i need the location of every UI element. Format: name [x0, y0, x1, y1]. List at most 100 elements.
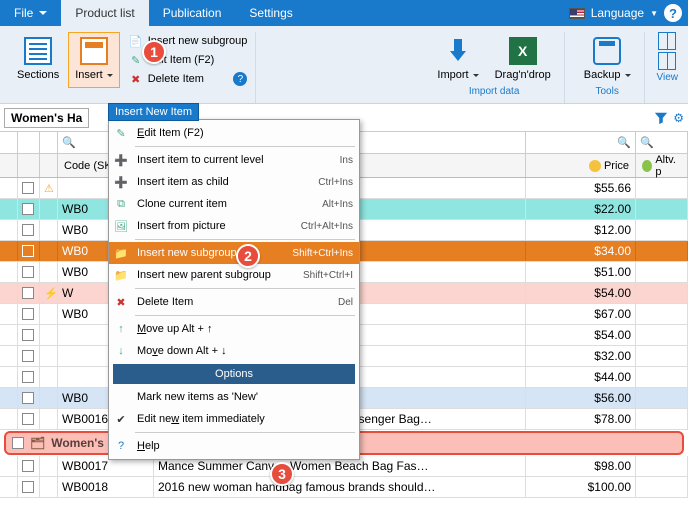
delete-icon: ✖ [113, 294, 129, 310]
ctx-delete[interactable]: ✖Delete ItemDel [109, 291, 359, 313]
ctx-new-subgroup[interactable]: 📁Insert new subgroupShift+Ctrl+Ins [109, 242, 359, 264]
group-import-label: Import data [430, 86, 557, 97]
cell-price: $78.00 [526, 409, 636, 429]
row-checkbox[interactable] [22, 371, 34, 383]
cell-price: $51.00 [526, 262, 636, 282]
ctx-options-header: Options [113, 364, 355, 384]
ctx-insert-child[interactable]: ➕Insert item as childCtrl+Ins [109, 171, 359, 193]
search-icon: 🔍 [617, 136, 631, 149]
ctx-clone[interactable]: ⧉Clone current itemAlt+Ins [109, 193, 359, 215]
insert-context-menu: ✎Edit Item (F2) ➕Insert item to current … [108, 119, 360, 460]
callout-3: 3 [270, 462, 294, 486]
clone-icon: ⧉ [113, 196, 129, 212]
search-icon: 🔍 [640, 136, 654, 149]
filter-icon[interactable] [653, 111, 669, 125]
cell-price: $67.00 [526, 304, 636, 324]
flash-icon: ⚡ [44, 287, 58, 300]
row-checkbox[interactable] [22, 266, 34, 278]
cell-price: $32.00 [526, 346, 636, 366]
insert-button[interactable]: Insert [68, 32, 120, 88]
ctx-move-up[interactable]: ↑Move up Alt + ↑ [109, 318, 359, 340]
help-icon: ? [113, 438, 129, 454]
import-button[interactable]: Import [430, 32, 485, 84]
dragndrop-button[interactable]: X Drag'n'drop [488, 32, 558, 84]
cell-price: $34.00 [526, 241, 636, 261]
subgroup-icon: 📁 [113, 245, 129, 261]
delete-item-side[interactable]: ✖Delete Item? [126, 70, 250, 88]
menu-settings[interactable]: Settings [235, 0, 306, 26]
search-altv[interactable]: 🔍 [636, 132, 688, 153]
help-icon[interactable]: ? [664, 4, 682, 22]
ctx-mark-new[interactable]: Mark new items as 'New' [109, 386, 359, 408]
warning-icon: ⚠ [44, 182, 54, 195]
row-checkbox[interactable] [22, 413, 34, 425]
ctx-insert-current[interactable]: ➕Insert item to current levelIns [109, 149, 359, 171]
row-checkbox[interactable] [22, 308, 34, 320]
search-icon: 🔍 [62, 136, 76, 149]
plus-folder-icon: 📄 [128, 33, 144, 49]
menu-product-list[interactable]: Product list [61, 0, 148, 26]
row-checkbox[interactable] [22, 350, 34, 362]
flag-icon [569, 8, 585, 19]
row-checkbox[interactable] [22, 182, 34, 194]
cell-price: $98.00 [526, 456, 636, 476]
cell-price: $100.00 [526, 477, 636, 497]
filter-settings-icon[interactable]: ⚙ [673, 111, 684, 125]
check-icon: ✔ [113, 411, 129, 427]
backup-button[interactable]: Backup [577, 32, 638, 84]
callout-1: 1 [142, 40, 166, 64]
ctx-new-parent[interactable]: 📁Insert new parent subgroupShift+Ctrl+I [109, 264, 359, 286]
col-price[interactable]: Price [526, 154, 636, 177]
view-icon-2[interactable] [658, 52, 676, 70]
row-checkbox[interactable] [22, 481, 34, 493]
cell-price: $12.00 [526, 220, 636, 240]
ctx-edit-immediately[interactable]: ✔Edit new item immediately [109, 408, 359, 430]
cell-price: $56.00 [526, 388, 636, 408]
row-checkbox[interactable] [22, 460, 34, 472]
breadcrumb[interactable]: Women's Ha [4, 108, 89, 128]
menu-publication[interactable]: Publication [149, 0, 236, 26]
language-label[interactable]: Language [591, 6, 644, 20]
row-checkbox[interactable] [22, 287, 34, 299]
cell-price: $54.00 [526, 283, 636, 303]
ctx-from-picture[interactable]: 🖼Insert from pictureCtrl+Alt+Ins [109, 215, 359, 237]
sections-icon [24, 37, 52, 65]
cell-price: $55.66 [526, 178, 636, 198]
help-small-icon[interactable]: ? [233, 72, 247, 86]
coin-gold-icon [589, 160, 601, 172]
cell-name: 2016 new woman handbag famous brands sho… [154, 477, 526, 497]
insert-tooltip: Insert New Item [108, 103, 199, 121]
import-icon [444, 37, 472, 65]
col-altv[interactable]: Altv. p [636, 154, 688, 177]
ctx-move-down[interactable]: ↓Move down Alt + ↓ [109, 340, 359, 362]
insert-icon: ➕ [113, 152, 129, 168]
excel-icon: X [509, 37, 537, 65]
cell-price: $22.00 [526, 199, 636, 219]
row-checkbox[interactable] [22, 329, 34, 341]
ctx-edit-item[interactable]: ✎Edit Item (F2) [109, 122, 359, 144]
row-checkbox[interactable] [22, 245, 34, 257]
sections-button[interactable]: Sections [10, 32, 66, 88]
coin-green-icon [642, 160, 652, 172]
insert-child-icon: ➕ [113, 174, 129, 190]
cell-price: $44.00 [526, 367, 636, 387]
menu-file[interactable]: File [0, 0, 61, 26]
group-checkbox[interactable] [12, 437, 24, 449]
group-view-label: View [657, 72, 679, 83]
row-checkbox[interactable] [22, 224, 34, 236]
callout-2: 2 [236, 244, 260, 268]
delete-icon: ✖ [128, 71, 144, 87]
search-price[interactable]: 🔍 [526, 132, 636, 153]
cell-price: $54.00 [526, 325, 636, 345]
folder-icon: 🗂 [30, 436, 45, 450]
parent-subgroup-icon: 📁 [113, 267, 129, 283]
move-down-icon: ↓ [113, 343, 129, 359]
backup-icon [593, 37, 621, 65]
edit-icon: ✎ [113, 125, 129, 141]
table-row[interactable]: WB00182016 new woman handbag famous bran… [0, 477, 688, 498]
ctx-help[interactable]: ?Help [109, 435, 359, 457]
row-checkbox[interactable] [22, 203, 34, 215]
move-up-icon: ↑ [113, 321, 129, 337]
view-icon-1[interactable] [658, 32, 676, 50]
row-checkbox[interactable] [22, 392, 34, 404]
